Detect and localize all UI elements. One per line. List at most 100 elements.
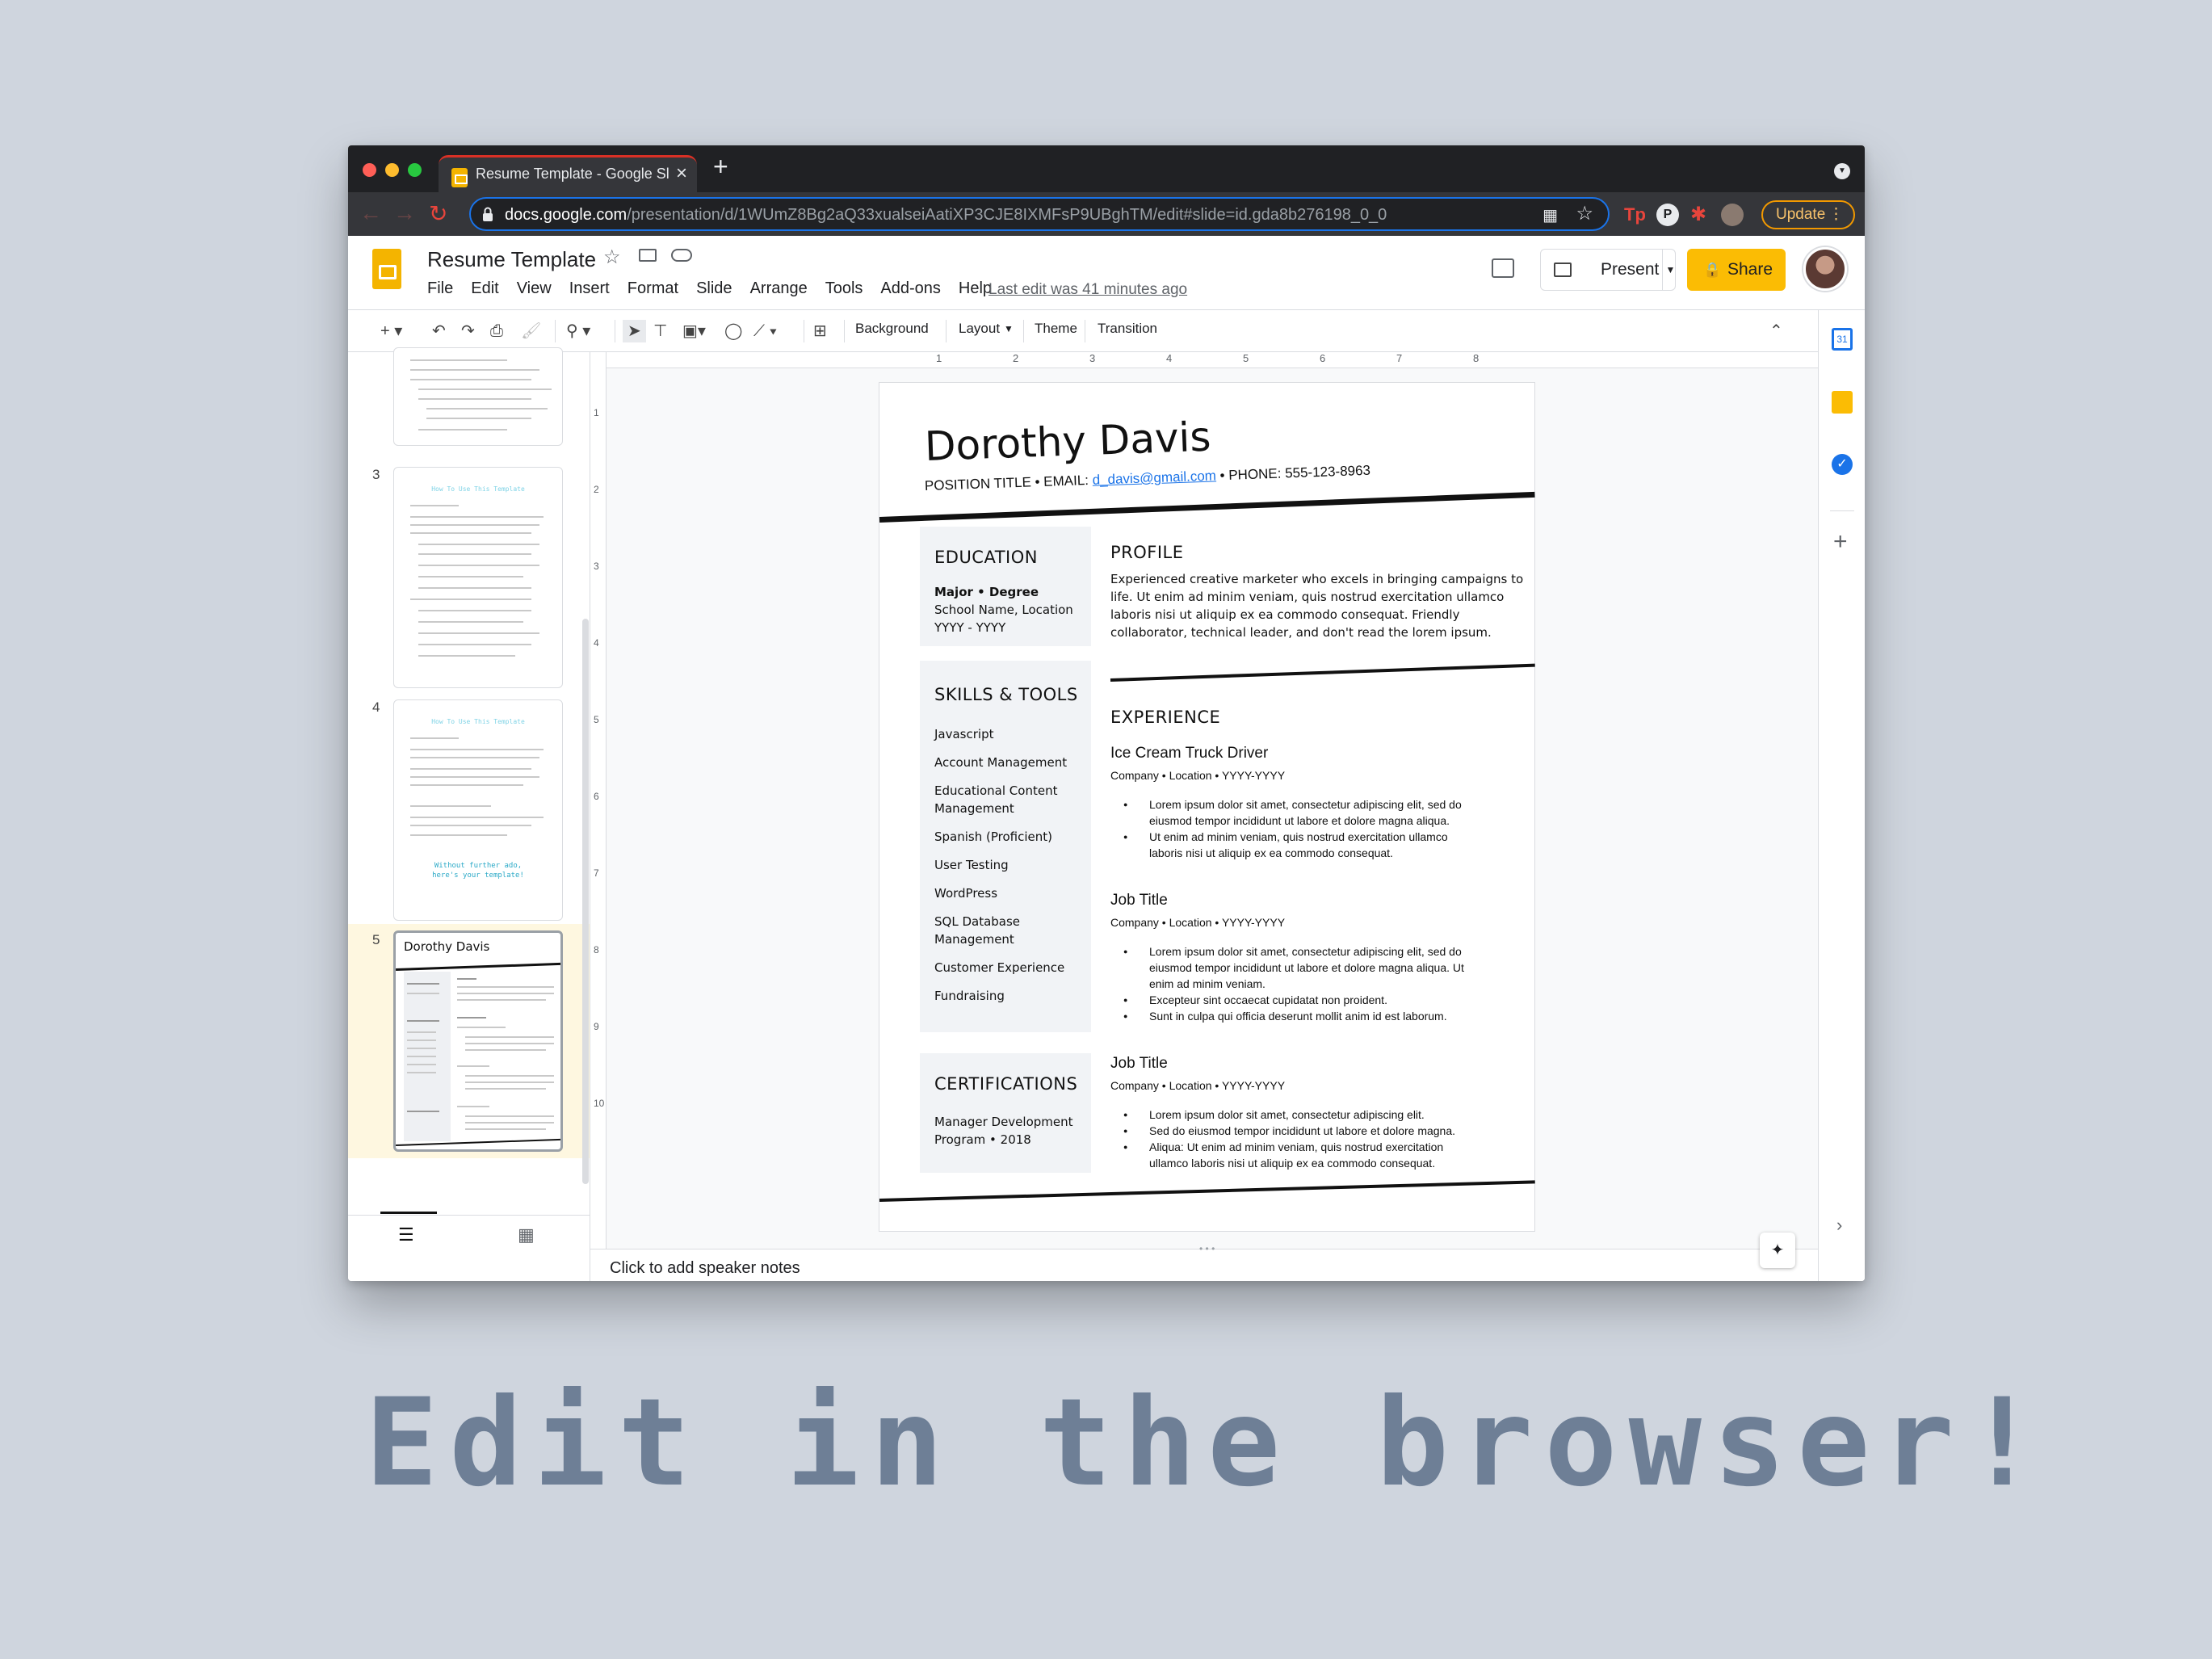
puzzle-extension-icon[interactable]: ✱ — [1690, 204, 1713, 226]
expand-panel-icon[interactable]: › — [1836, 1215, 1842, 1236]
job-title: Ice Cream Truck Driver — [1110, 745, 1269, 762]
speaker-notes-panel[interactable]: • • • Click to add speaker notes — [590, 1243, 1865, 1281]
menu-format[interactable]: Format — [628, 279, 678, 298]
keep-icon[interactable] — [1832, 391, 1853, 414]
toolbar-divider — [844, 320, 845, 342]
slide-thumbnail-5[interactable]: Dorothy Davis — [393, 930, 563, 1152]
background-button[interactable]: Background — [855, 321, 929, 337]
collapse-toolbar-icon[interactable]: ⌃ — [1769, 320, 1783, 342]
transition-button[interactable]: Transition — [1098, 321, 1157, 337]
ruler-number: 10 — [594, 1098, 605, 1109]
layout-dropdown-icon[interactable]: ▼ — [1004, 323, 1014, 334]
minimize-window-dot[interactable] — [385, 163, 399, 177]
present-dropdown-icon[interactable]: ▼ — [1662, 250, 1678, 290]
menu-tools[interactable]: Tools — [825, 279, 863, 298]
undo-icon[interactable]: ↶ — [432, 320, 446, 342]
menu-arrange[interactable]: Arrange — [750, 279, 808, 298]
tp-extension-icon[interactable]: Tp — [1624, 204, 1647, 226]
notes-resize-handle[interactable]: • • • — [1199, 1243, 1215, 1254]
line-icon[interactable]: ⟋ ▾ — [753, 320, 777, 342]
update-button[interactable]: Update ⋮ — [1761, 200, 1855, 229]
image-icon[interactable]: ▣▾ — [682, 320, 706, 342]
slides-logo-icon[interactable] — [372, 249, 401, 289]
address-toolbar: ← → ↻ docs.google.com/presentation/d/1WU… — [348, 192, 1865, 236]
menu-edit[interactable]: Edit — [471, 279, 498, 298]
profile-extension-icon[interactable] — [1721, 204, 1744, 226]
account-avatar[interactable] — [1803, 247, 1847, 291]
slide-thumbnail-3[interactable]: How To Use This Template — [393, 467, 563, 688]
menu-file[interactable]: File — [427, 279, 453, 298]
lock-icon: 🔒 — [1703, 262, 1722, 278]
filmstrip-scrollbar[interactable] — [582, 619, 589, 1184]
email-link[interactable]: d_davis@gmail.com — [1092, 468, 1216, 487]
print-icon[interactable]: ⎙ — [490, 320, 503, 342]
add-addon-icon[interactable]: + — [1833, 528, 1848, 556]
shape-icon[interactable]: ◯ — [724, 320, 742, 342]
star-icon[interactable]: ☆ — [603, 246, 621, 269]
ruler-number: 5 — [1243, 352, 1249, 364]
caption: Edit in the browser! — [365, 1373, 2050, 1514]
skill-item: Spanish (Proficient) — [934, 830, 1052, 844]
job-bullet: Sed do eiusmod tempor incididunt ut labo… — [1123, 1123, 1455, 1139]
address-bar[interactable]: docs.google.com/presentation/d/1WUmZ8Bg2… — [469, 197, 1610, 231]
select-cursor-icon[interactable]: ➤ — [623, 320, 646, 342]
contact-prefix: POSITION TITLE • EMAIL: — [924, 472, 1093, 494]
tab-search-icon[interactable]: ▼ — [1834, 163, 1850, 179]
maximize-window-dot[interactable] — [408, 163, 422, 177]
paint-format-icon[interactable]: 🖌 — [521, 320, 541, 342]
text-box-icon[interactable]: ⊤ — [653, 320, 667, 342]
back-arrow-icon[interactable]: ← — [359, 200, 382, 226]
job-title: Job Title — [1110, 1055, 1168, 1072]
slide-thumbnail-2[interactable] — [393, 347, 563, 446]
filmstrip-view-icon[interactable]: ☰ — [398, 1224, 414, 1245]
grid-view-icon[interactable]: ▦ — [518, 1224, 535, 1245]
contact-suffix: • PHONE: 555-123-8963 — [1215, 462, 1371, 484]
menu-addons[interactable]: Add-ons — [880, 279, 941, 298]
document-title[interactable]: Resume Template — [427, 247, 596, 272]
menu-view[interactable]: View — [517, 279, 552, 298]
pinterest-extension-icon[interactable]: P — [1656, 204, 1679, 226]
close-window-dot[interactable] — [363, 163, 376, 177]
slide-number-3: 3 — [372, 467, 380, 482]
new-tab-button[interactable]: + — [713, 152, 728, 182]
forward-arrow-icon[interactable]: → — [393, 200, 416, 226]
ruler-number: 7 — [594, 867, 599, 879]
thumbnail-title: How To Use This Template — [431, 718, 525, 725]
zoom-icon[interactable]: ⚲ ▾ — [566, 320, 590, 342]
tab-title: Resume Template - Google Slides — [476, 166, 669, 182]
share-label: Share — [1727, 260, 1773, 279]
resume-slide[interactable]: Dorothy Davis POSITION TITLE • EMAIL: d_… — [879, 383, 1535, 1231]
close-tab-icon[interactable]: × — [676, 162, 687, 185]
qr-code-icon[interactable]: ▦ — [1543, 205, 1558, 225]
toolbar-divider — [555, 320, 556, 342]
vertical-ruler: 1 2 3 4 5 6 7 8 9 10 — [590, 352, 607, 1249]
bookmark-star-icon[interactable]: ☆ — [1576, 202, 1593, 225]
browser-tab[interactable]: Resume Template - Google Slides × — [439, 155, 697, 192]
present-button[interactable]: Present ▼ — [1540, 249, 1676, 291]
last-edit-link[interactable]: Last edit was 41 minutes ago — [988, 281, 1187, 299]
speaker-notes-placeholder[interactable]: Click to add speaker notes — [610, 1259, 800, 1278]
comment-history-icon[interactable] — [1492, 258, 1514, 278]
explore-icon[interactable]: ✦ — [1760, 1233, 1795, 1268]
theme-button[interactable]: Theme — [1035, 321, 1077, 337]
reload-icon[interactable]: ↻ — [429, 200, 447, 227]
resume-name[interactable]: Dorothy Davis — [924, 414, 1211, 470]
horizontal-ruler: 1 2 3 4 5 6 7 8 — [590, 352, 1865, 368]
add-comment-icon[interactable]: ⊞ — [813, 320, 827, 342]
redo-icon[interactable]: ↷ — [461, 320, 475, 342]
new-slide-icon[interactable]: + ▾ — [380, 320, 402, 342]
slide-thumbnail-4[interactable]: How To Use This Template Without further… — [393, 699, 563, 921]
calendar-icon[interactable]: 31 — [1832, 328, 1853, 351]
share-button[interactable]: 🔒 Share — [1687, 249, 1786, 291]
thumbnail-title: How To Use This Template — [431, 485, 525, 493]
tasks-icon[interactable]: ✓ — [1832, 454, 1853, 475]
layout-button[interactable]: Layout — [959, 321, 1000, 337]
move-folder-icon[interactable] — [639, 249, 657, 262]
school: School Name, Location — [934, 603, 1073, 617]
menu-slide[interactable]: Slide — [696, 279, 732, 298]
job-bullet: Aliqua: Ut enim ad minim veniam, quis no… — [1123, 1139, 1443, 1171]
side-panel-divider — [1830, 510, 1854, 511]
menu-help[interactable]: Help — [959, 279, 992, 298]
skill-item: Educational Content — [934, 783, 1058, 798]
menu-insert[interactable]: Insert — [569, 279, 610, 298]
